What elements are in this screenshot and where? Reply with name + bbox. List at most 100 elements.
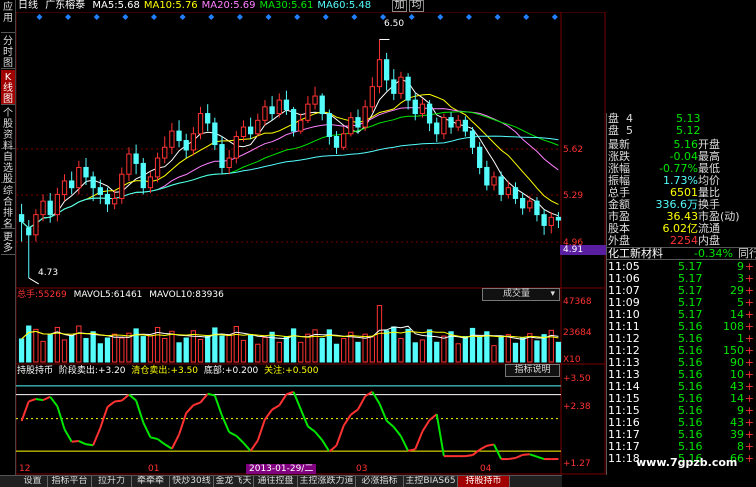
- volume-dropdown-label: 成交量: [503, 289, 531, 299]
- quote-row: 外盘 2254 内盘: [606, 235, 756, 247]
- volume-bar: [18, 338, 25, 363]
- candle-body: [319, 95, 325, 115]
- event-marker-icon: [294, 14, 301, 20]
- indicator-segment: [128, 393, 137, 402]
- left-tab-3[interactable]: 个股资料: [1, 106, 15, 152]
- indicator-segment: [78, 440, 87, 446]
- volume-indicator-dropdown[interactable]: 成交量 ▾: [482, 288, 560, 301]
- chart-canvas[interactable]: [16, 12, 606, 475]
- indicator-segment: [71, 440, 79, 443]
- indicator-segment: [28, 398, 37, 403]
- volume-axis-label-2: 23684: [563, 328, 592, 338]
- candle-body: [462, 119, 469, 132]
- x-axis-label-apr: 04: [480, 464, 492, 474]
- volume-bar: [190, 330, 197, 363]
- indicator-segment: [92, 427, 102, 446]
- indicator-segment: [392, 426, 402, 437]
- clear-sell-label: 清仓卖出:: [131, 366, 171, 376]
- candle-body: [147, 176, 154, 189]
- volume-bar: [97, 343, 103, 363]
- volume-bar: [269, 331, 275, 363]
- left-tab-1[interactable]: 分时图: [1, 34, 15, 69]
- volume-bar: [541, 334, 547, 363]
- candle-body: [376, 59, 383, 88]
- indicator-segment: [114, 399, 122, 403]
- volume-bar: [512, 342, 519, 363]
- volume-bar: [290, 328, 297, 363]
- average-button[interactable]: 均: [409, 0, 424, 12]
- left-tab-5[interactable]: 综合排名: [1, 184, 15, 230]
- low-price-mark: 4.73: [38, 268, 59, 278]
- indicator-segment: [264, 409, 273, 420]
- indicator-segment: [493, 443, 503, 460]
- candle-body: [541, 214, 547, 226]
- indicator-segment: [63, 428, 73, 443]
- event-marker-icon: [351, 14, 358, 20]
- indicator-segment: [106, 400, 116, 408]
- indicator-segment: [99, 406, 109, 429]
- indicator-tab-10[interactable]: 持股持币: [458, 476, 510, 487]
- event-marker-icon: [151, 14, 157, 20]
- indicator-tab-8[interactable]: 必涨指标: [356, 476, 404, 487]
- ma-legend-item-2: MA20:5.69: [202, 0, 256, 11]
- period-label[interactable]: 日线: [18, 0, 38, 11]
- indicator-segment: [435, 414, 445, 457]
- volume-bar: [76, 325, 82, 363]
- candle-body: [419, 103, 426, 115]
- add-button[interactable]: 加: [392, 0, 407, 12]
- indicator-segment: [271, 404, 280, 411]
- ma-legend-item-3: MA30:5.61: [260, 0, 314, 11]
- sector-peer-link[interactable]: 同行: [738, 248, 756, 260]
- indicator-tab-2[interactable]: 拉升力: [92, 476, 132, 487]
- indicator-tab-7[interactable]: 主控涨跌力道: [298, 476, 356, 487]
- left-tab-2[interactable]: K线图: [1, 70, 15, 105]
- volume-bar: [83, 337, 89, 363]
- ma-value: 5.69: [233, 0, 256, 11]
- volume-bar: [69, 335, 75, 363]
- bottom-label: 底部:: [203, 366, 225, 376]
- candle-body: [197, 113, 204, 135]
- event-marker-icon: [494, 14, 501, 20]
- event-marker-icon: [208, 14, 215, 20]
- low-marker-line: [28, 277, 39, 285]
- volume-bar: [140, 336, 146, 363]
- chevron-down-icon: ▾: [550, 289, 555, 299]
- indicator-help-button[interactable]: 指标说明: [505, 364, 560, 377]
- candle-body: [355, 117, 361, 128]
- sector-row[interactable]: 化工新材料 -0.34% 同行: [606, 247, 756, 260]
- left-tab-6[interactable]: 更多: [1, 230, 15, 255]
- candle-body: [247, 126, 254, 135]
- indicator-segment: [150, 436, 158, 440]
- indicator-tab-1[interactable]: 指标平台: [48, 476, 92, 487]
- candle-body: [90, 176, 96, 189]
- indicator-tab-4[interactable]: 快炒30线: [170, 476, 214, 487]
- left-tab-0[interactable]: 应用: [1, 0, 15, 33]
- indicator-segment: [342, 414, 352, 427]
- volume-bar: [305, 333, 311, 363]
- candle-body: [162, 146, 168, 159]
- indicator-tab-0[interactable]: 设置: [18, 476, 48, 487]
- watch-value: +0.500: [285, 366, 319, 376]
- indicator-tab-5[interactable]: 金龙飞天: [214, 476, 254, 487]
- left-tab-4[interactable]: 自选股: [1, 150, 15, 185]
- bid-label: 盘: [608, 124, 619, 137]
- event-marker-icon: [236, 14, 243, 20]
- candle-body: [97, 187, 103, 195]
- indicator-tab-6[interactable]: 通往控盘: [254, 476, 298, 487]
- candle-body: [233, 135, 239, 159]
- indicator-tab-3[interactable]: 牵牵牵: [132, 476, 170, 487]
- volume-bar: [383, 330, 390, 363]
- indicator-segment: [256, 419, 266, 441]
- candle-body: [527, 200, 533, 209]
- volume-bar: [419, 339, 426, 363]
- event-marker-icon: [65, 14, 72, 20]
- indicator-segment: [529, 453, 538, 458]
- indicator-segment: [56, 405, 66, 430]
- volume-bar: [33, 328, 39, 363]
- ma30-line: [21, 111, 559, 229]
- volume-bar: [455, 343, 461, 363]
- candle-body: [226, 157, 232, 168]
- indicator-tab-9[interactable]: 主控BIAS65: [404, 476, 458, 487]
- indicator-segment: [228, 431, 237, 437]
- volume-bar: [519, 337, 526, 363]
